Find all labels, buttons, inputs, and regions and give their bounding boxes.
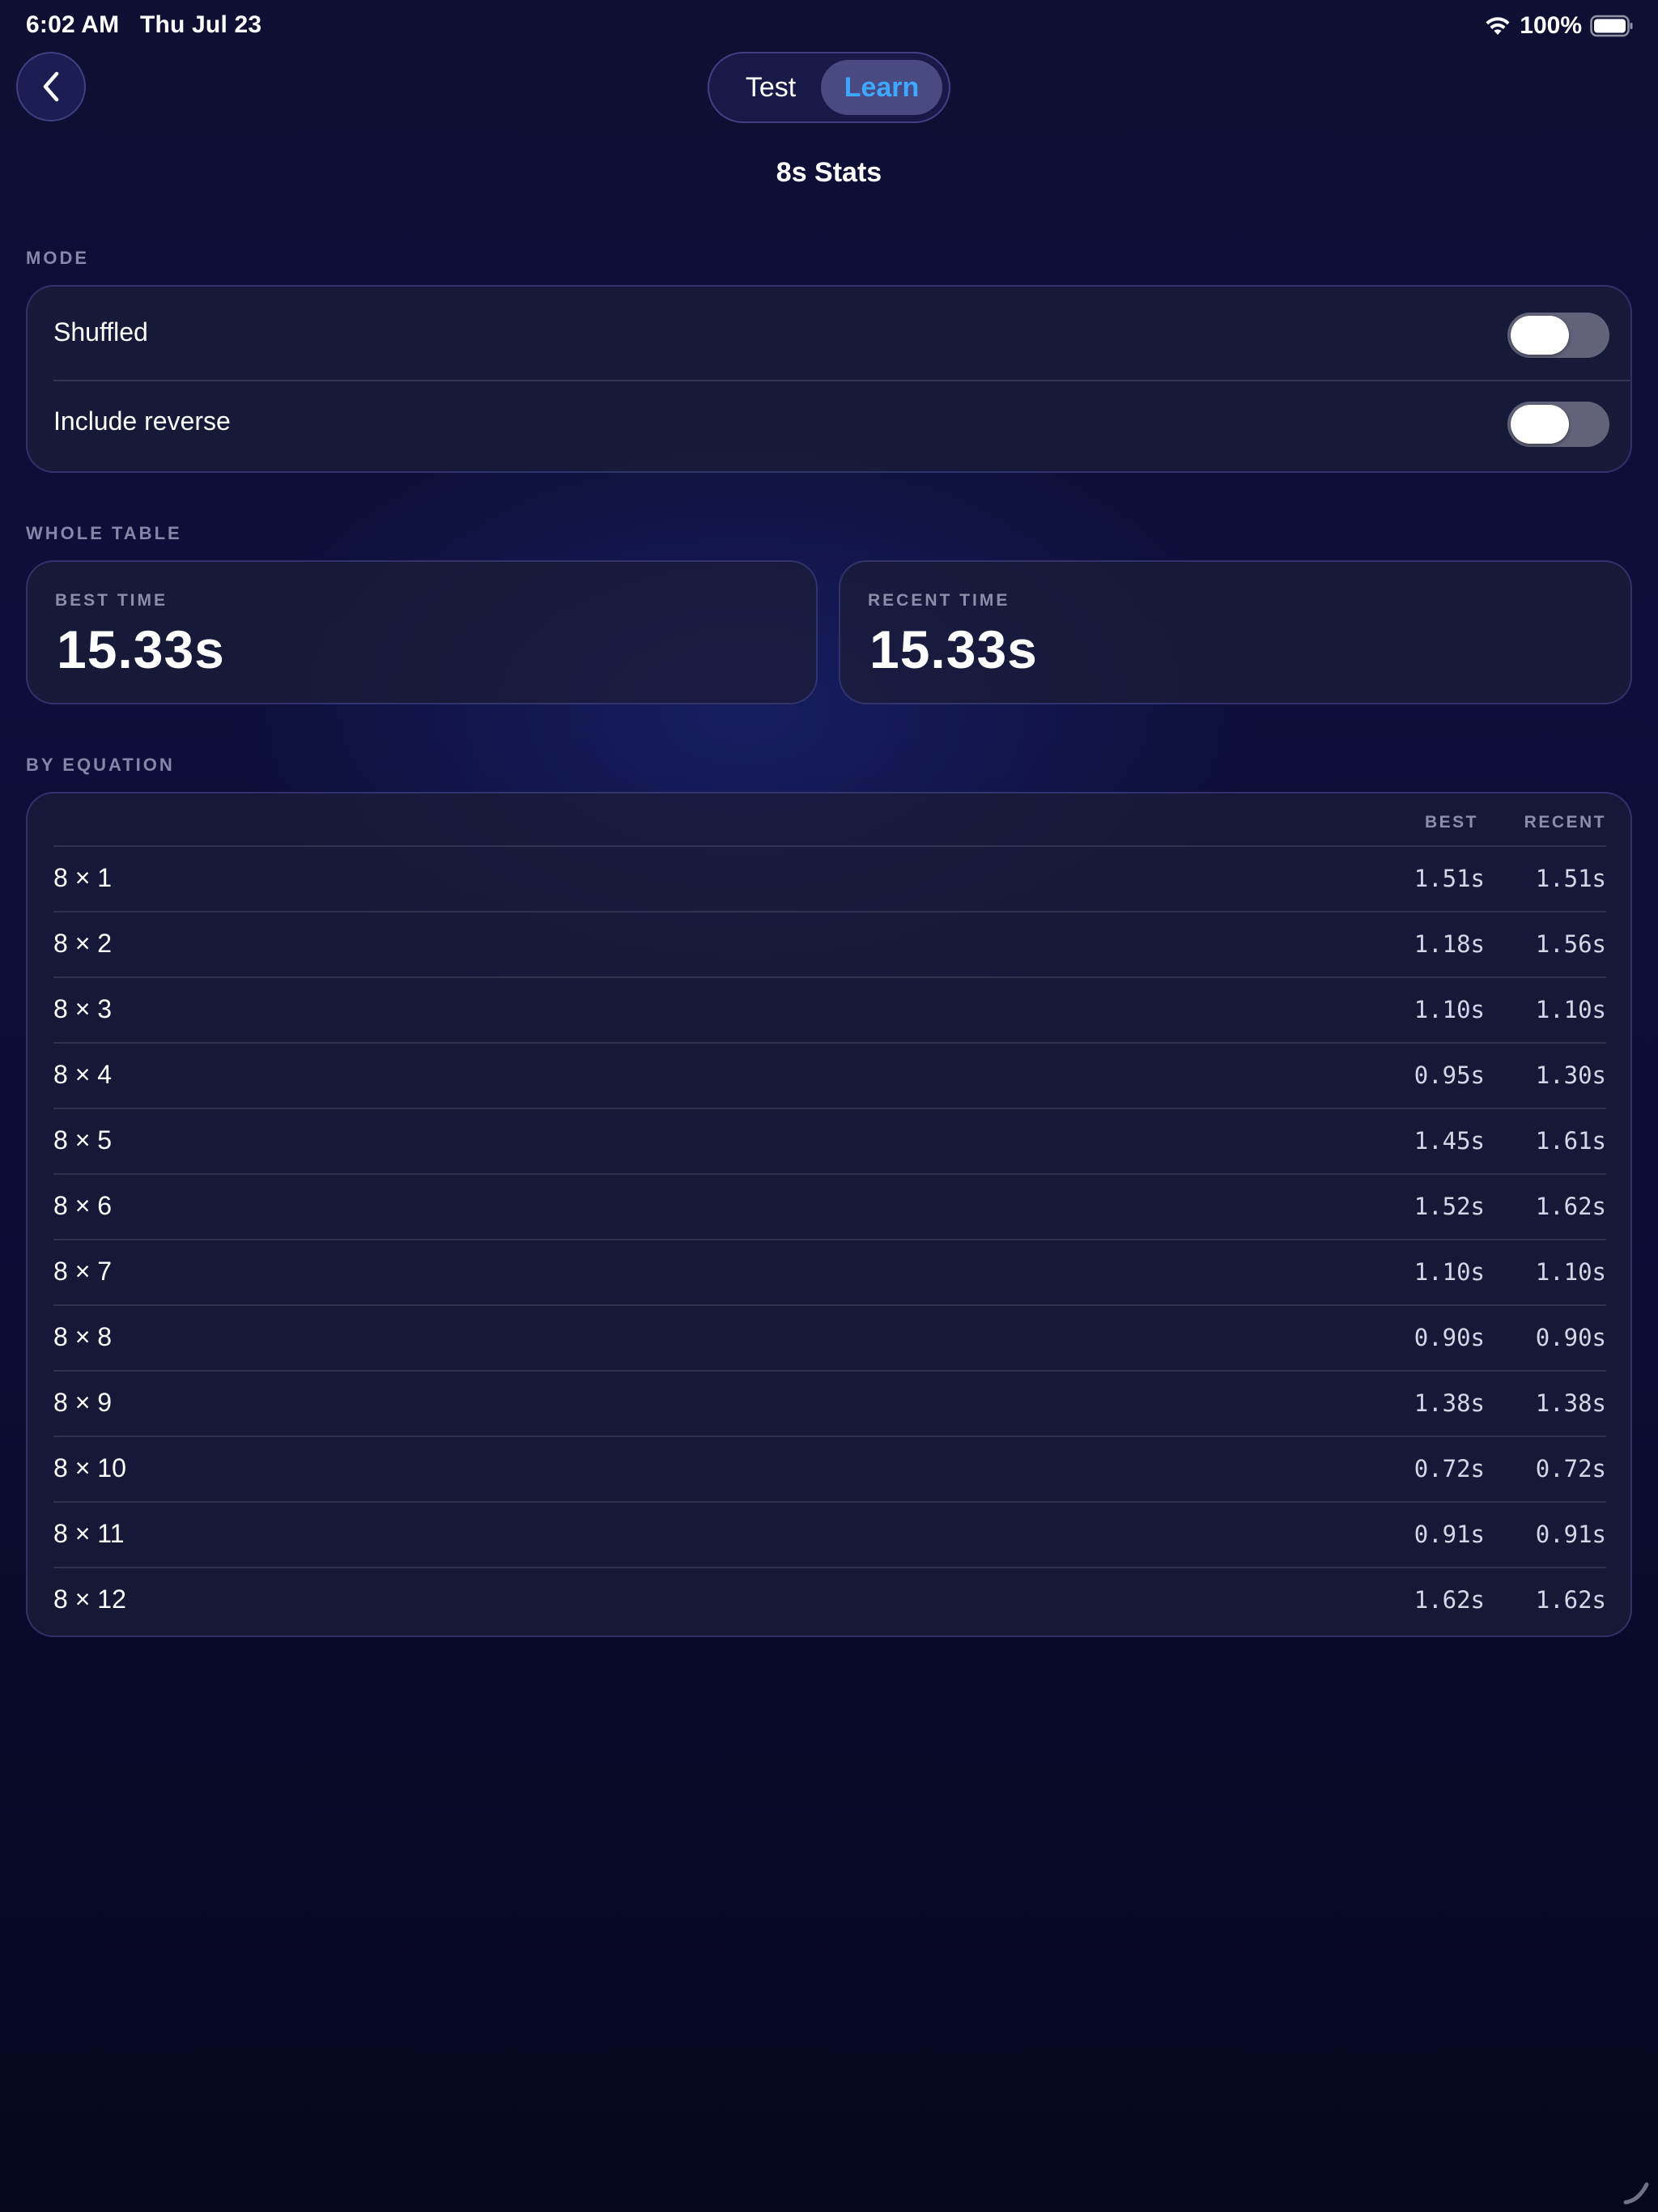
status-indicators: 100% [1484, 10, 1634, 42]
best-time-cell: 0.91s [1414, 1521, 1485, 1548]
best-time-cell: 0.90s [1414, 1324, 1485, 1351]
equation-label: 8 × 11 [53, 1519, 125, 1548]
recent-time-cell: 0.90s [1535, 1324, 1606, 1351]
best-time-card: BEST TIME 15.33s [26, 560, 818, 704]
recent-time-cell: 1.56s [1535, 930, 1606, 958]
toggle-knob [1511, 405, 1569, 444]
table-row: 8 × 1 1.51s 1.51s [28, 845, 1630, 911]
best-time-cell: 0.72s [1414, 1455, 1485, 1482]
equation-table-header: BEST RECENT [28, 793, 1630, 845]
battery-percent: 100% [1520, 12, 1582, 39]
recent-time-card: RECENT TIME 15.33s [839, 560, 1632, 704]
table-row: 8 × 10 0.72s 0.72s [28, 1436, 1630, 1501]
chevron-left-icon [43, 71, 59, 102]
recent-time-cell: 1.51s [1535, 865, 1606, 892]
equation-label: 8 × 4 [53, 1060, 113, 1089]
section-label-by-equation: BY EQUATION [26, 755, 175, 775]
mode-row-include-reverse: Include reverse [28, 376, 1630, 465]
recent-time-cell: 1.10s [1535, 996, 1606, 1023]
equation-label: 8 × 5 [53, 1125, 113, 1155]
table-row: 8 × 8 0.90s 0.90s [28, 1304, 1630, 1370]
status-clock: 6:02 AM [26, 11, 120, 38]
recent-time-value: 15.33s [869, 619, 1038, 679]
best-time-cell: 1.18s [1414, 930, 1485, 958]
table-row: 8 × 11 0.91s 0.91s [28, 1501, 1630, 1567]
best-time-cell: 1.62s [1414, 1586, 1485, 1614]
equation-label: 8 × 1 [53, 863, 113, 892]
best-time-cell: 1.45s [1414, 1127, 1485, 1155]
table-row: 8 × 4 0.95s 1.30s [28, 1042, 1630, 1108]
equation-label: 8 × 8 [53, 1322, 113, 1351]
status-bar: 6:02 AM Thu Jul 23 100% [0, 0, 1658, 52]
table-row: 8 × 12 1.62s 1.62s [28, 1567, 1630, 1632]
back-button[interactable] [16, 52, 86, 121]
recent-time-cell: 1.61s [1535, 1127, 1606, 1155]
recent-time-cell: 1.62s [1535, 1193, 1606, 1220]
section-label-mode: MODE [26, 248, 89, 268]
equation-label: 8 × 12 [53, 1585, 126, 1614]
mode-card: Shuffled Include reverse [26, 285, 1632, 473]
toggle-knob [1511, 316, 1569, 355]
best-time-cell: 0.95s [1414, 1061, 1485, 1089]
table-row: 8 × 9 1.38s 1.38s [28, 1370, 1630, 1436]
status-time: 6:02 AM Thu Jul 23 [26, 11, 261, 39]
best-time-cell: 1.10s [1414, 1258, 1485, 1286]
table-row: 8 × 7 1.10s 1.10s [28, 1239, 1630, 1304]
best-time-cell: 1.52s [1414, 1193, 1485, 1220]
segment-learn[interactable]: Learn [821, 60, 942, 115]
recent-time-cell: 0.72s [1535, 1455, 1606, 1482]
mode-row-shuffled: Shuffled [28, 287, 1630, 376]
equation-rows: 8 × 1 1.51s 1.51s 8 × 2 1.18s 1.56s 8 × … [28, 845, 1630, 1632]
best-time-cell: 1.10s [1414, 996, 1485, 1023]
recent-time-cell: 1.10s [1535, 1258, 1606, 1286]
best-time-cell: 1.51s [1414, 865, 1485, 892]
page-title: 8s Stats [776, 157, 882, 188]
wifi-icon [1486, 17, 1510, 35]
equation-label: 8 × 9 [53, 1388, 113, 1417]
status-date: Thu Jul 23 [139, 11, 262, 38]
section-label-whole-table: WHOLE TABLE [26, 523, 182, 543]
table-row: 8 × 2 1.18s 1.56s [28, 911, 1630, 976]
include-reverse-toggle[interactable] [1507, 402, 1609, 447]
recent-time-label: RECENT TIME [868, 591, 1010, 610]
equation-label: 8 × 3 [53, 994, 113, 1023]
column-header-best: BEST [1424, 813, 1478, 832]
equation-table: BEST RECENT 8 × 1 1.51s 1.51s 8 × 2 1.18… [26, 792, 1632, 1637]
equation-label: 8 × 6 [53, 1191, 113, 1220]
recent-time-cell: 0.91s [1535, 1521, 1606, 1548]
table-row: 8 × 6 1.52s 1.62s [28, 1173, 1630, 1239]
best-time-cell: 1.38s [1414, 1389, 1485, 1417]
equation-label: 8 × 7 [53, 1257, 113, 1286]
shuffled-toggle[interactable] [1507, 313, 1609, 358]
equation-label: 8 × 10 [53, 1453, 126, 1482]
table-row: 8 × 5 1.45s 1.61s [28, 1108, 1630, 1173]
resize-corner-icon [1623, 2182, 1649, 2205]
include-reverse-label: Include reverse [53, 406, 231, 436]
mode-segmented-control: Test Learn [708, 52, 950, 123]
best-time-label: BEST TIME [55, 591, 168, 610]
recent-time-cell: 1.30s [1535, 1061, 1606, 1089]
table-row: 8 × 3 1.10s 1.10s [28, 976, 1630, 1042]
column-header-recent: RECENT [1524, 813, 1606, 832]
recent-time-cell: 1.38s [1535, 1389, 1606, 1417]
best-time-value: 15.33s [57, 619, 225, 679]
recent-time-cell: 1.62s [1535, 1586, 1606, 1614]
battery-icon [1590, 15, 1633, 37]
equation-label: 8 × 2 [53, 929, 113, 958]
shuffled-label: Shuffled [53, 317, 148, 347]
segment-test[interactable]: Test [716, 60, 826, 115]
